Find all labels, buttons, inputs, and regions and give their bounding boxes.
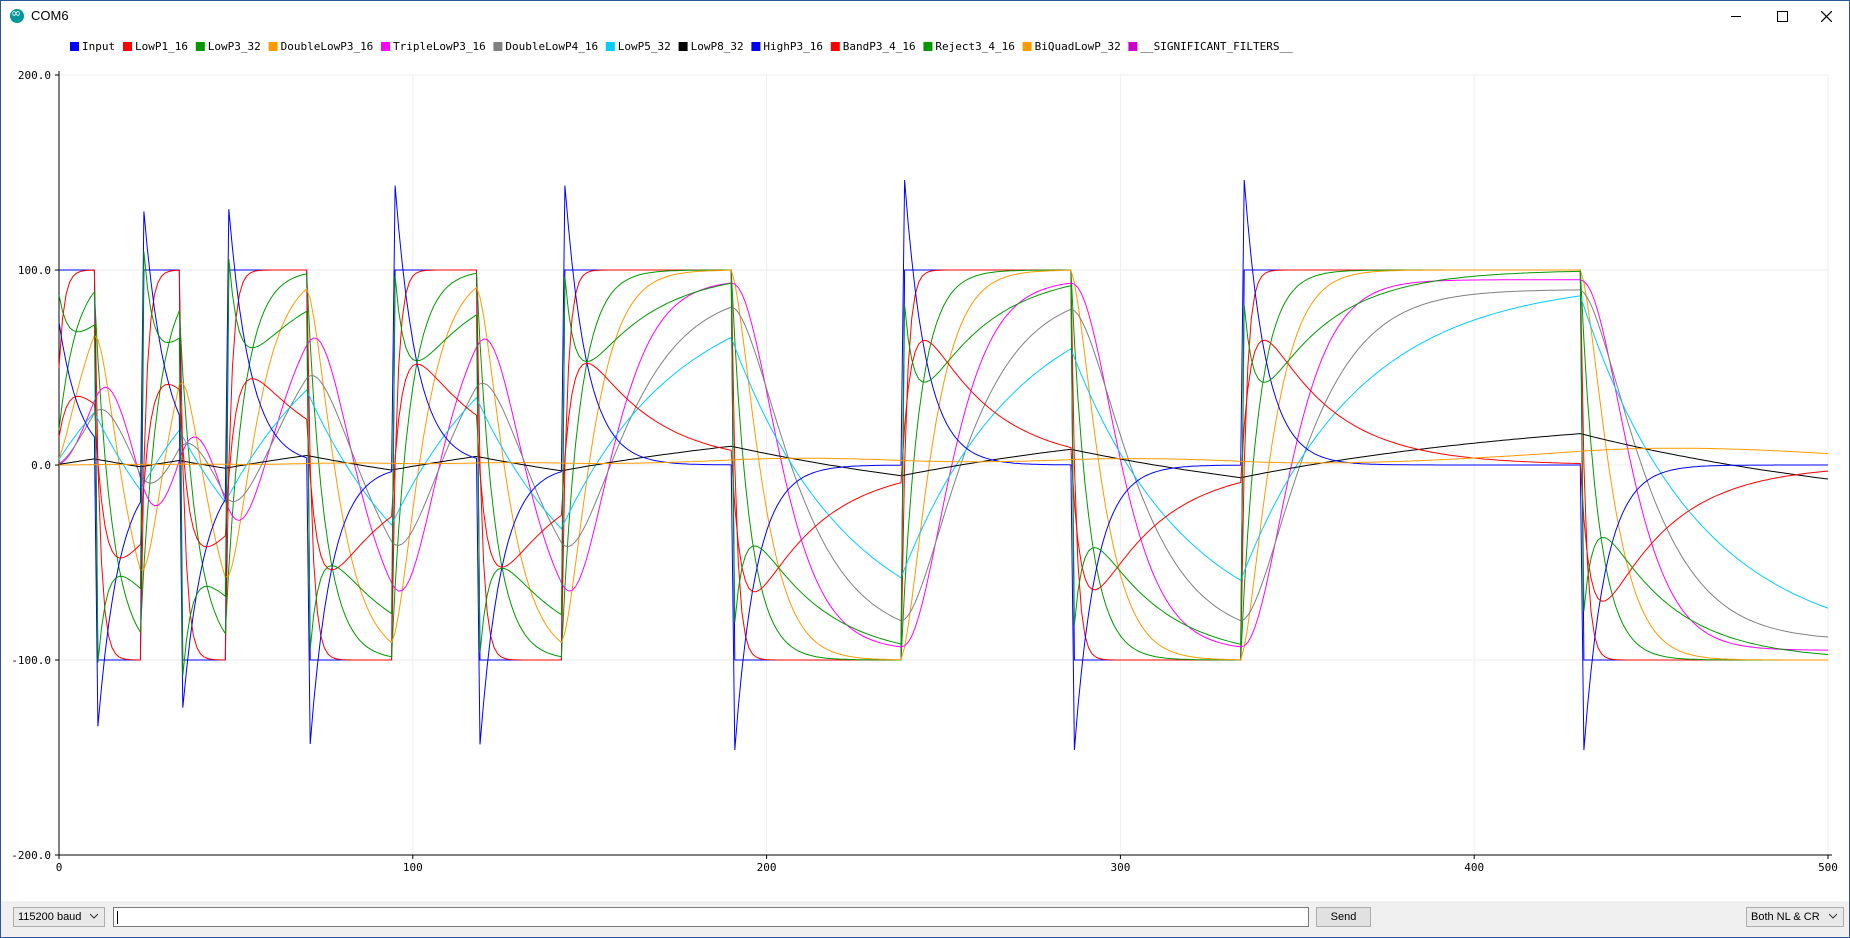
legend-label: BiQuadLowP_32 — [1035, 40, 1121, 53]
legend-swatch — [830, 42, 840, 51]
legend-label: DoubleLowP3_16 — [281, 40, 374, 53]
baud-rate-select[interactable]: 115200 baud — [13, 907, 105, 927]
legend-label: Reject3_4_16 — [935, 40, 1014, 53]
legend-swatch — [923, 42, 933, 51]
serial-plotter-window: COM6 200.0 100.0 0.0 -100.0 -200.0 0 100 200 300… — [0, 0, 1850, 938]
legend-swatch — [678, 42, 688, 51]
x-tick-label: 500 — [1818, 861, 1838, 874]
line-ending-select[interactable]: Both NL & CR — [1746, 907, 1844, 927]
legend-label: Input — [82, 40, 115, 53]
send-input[interactable] — [113, 907, 1309, 927]
legend-label: LowP5_32 — [618, 40, 671, 53]
arduino-icon — [10, 6, 24, 23]
legend-label: __SIGNIFICANT_FILTERS__ — [1140, 40, 1293, 53]
legend-swatch — [751, 42, 761, 51]
legend-swatch — [1022, 42, 1032, 51]
x-tick-label: 0 — [56, 861, 63, 874]
minimize-icon — [1731, 15, 1741, 17]
title-bar: COM6 — [1, 1, 1849, 31]
x-tick-label: 300 — [1110, 861, 1130, 874]
legend-label: DoubleLowP4_16 — [505, 40, 598, 53]
serial-plot: 200.0 100.0 0.0 -100.0 -200.0 0 100 200 300 400 50… — [11, 40, 1838, 874]
legend-label: HighP3_16 — [763, 40, 823, 53]
legend-swatch — [605, 42, 615, 51]
send-button[interactable]: Send — [1316, 907, 1371, 927]
chevron-down-icon — [90, 913, 98, 919]
series-line — [59, 447, 1829, 466]
y-tick-label: -200.0 — [11, 849, 51, 862]
legend-swatch — [195, 42, 205, 51]
y-tick-label: 100.0 — [18, 264, 51, 277]
legend-swatch — [70, 42, 79, 51]
legend-swatch — [381, 42, 390, 51]
window-title: COM6 — [31, 8, 69, 23]
legend-label: LowP8_32 — [691, 40, 744, 53]
bottom-toolbar: 115200 baud Send Both NL & CR — [1, 901, 1849, 937]
y-tick-label: -100.0 — [11, 654, 51, 667]
x-tick-label: 100 — [403, 861, 423, 874]
legend-swatch — [268, 42, 278, 51]
text-caret — [117, 911, 118, 924]
legend-swatch — [123, 42, 132, 51]
minimize-button[interactable] — [1713, 1, 1759, 31]
plot-area: 200.0 100.0 0.0 -100.0 -200.0 0 100 200 300 400 50… — [1, 31, 1849, 903]
chevron-down-icon — [1829, 913, 1837, 919]
baud-rate-value: 115200 baud — [18, 911, 82, 923]
x-tick-label: 400 — [1464, 861, 1484, 874]
legend-label: LowP1_16 — [135, 40, 188, 53]
y-tick-label: 0.0 — [31, 459, 51, 472]
legend-label: TripleLowP3_16 — [393, 40, 486, 53]
series-line — [58, 433, 1829, 480]
maximize-icon — [1776, 10, 1788, 22]
legend-label: LowP3_32 — [208, 40, 261, 53]
y-tick-label: 200.0 — [18, 69, 51, 82]
close-button[interactable] — [1803, 1, 1849, 31]
legend-swatch — [1128, 42, 1138, 51]
x-tick-label: 200 — [757, 861, 777, 874]
legend-label: BandP3_4_16 — [843, 40, 916, 53]
legend-swatch — [493, 42, 503, 51]
series-line — [58, 339, 1829, 602]
maximize-button[interactable] — [1759, 1, 1805, 31]
line-ending-value: Both NL & CR — [1751, 911, 1820, 923]
close-icon — [1820, 10, 1832, 22]
